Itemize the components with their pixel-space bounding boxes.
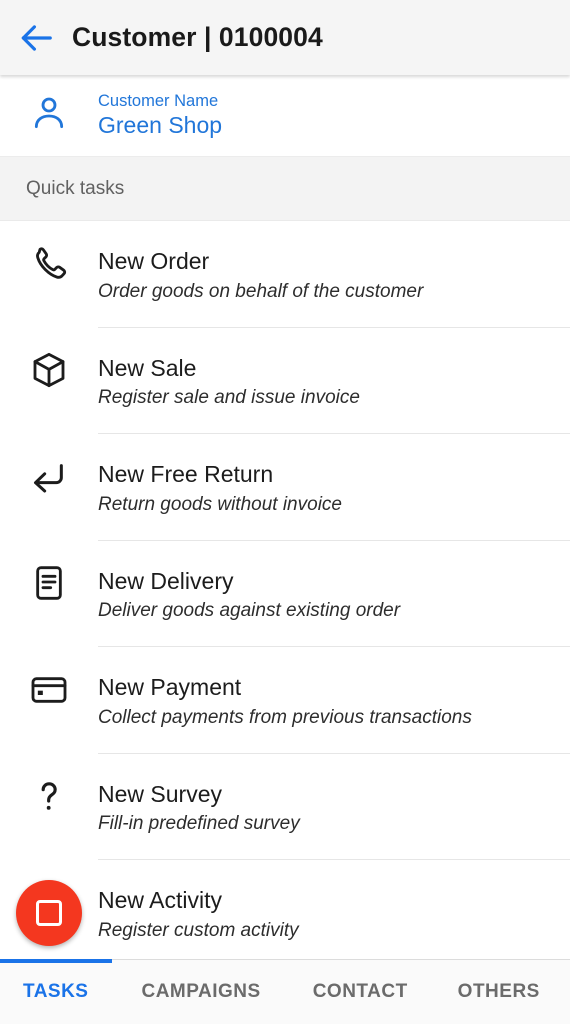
task-description: Return goods without invoice	[98, 493, 342, 515]
active-tab-indicator	[0, 959, 112, 963]
quick-tasks-list: New Order Order goods on behalf of the c…	[0, 221, 570, 967]
new-activity-fab-button[interactable]	[16, 880, 82, 947]
tab-campaigns[interactable]: CAMPAIGNS	[141, 981, 260, 1003]
customer-name-value: Green Shop	[98, 112, 223, 139]
back-button[interactable]	[0, 0, 72, 75]
tab-others[interactable]: OTHERS	[458, 981, 540, 1003]
task-description: Collect payments from previous transacti…	[98, 706, 472, 728]
task-text-cell: New Sale Register sale and issue invoice	[98, 328, 570, 435]
task-title: New Free Return	[98, 461, 274, 487]
task-title: New Activity	[98, 887, 222, 913]
record-stop-icon	[36, 900, 62, 927]
task-icon-cell	[0, 541, 98, 613]
list-item[interactable]: New Free Return Return goods without inv…	[0, 434, 570, 541]
task-title: New Sale	[98, 354, 197, 381]
list-item[interactable]: New Survey Fill-in predefined survey	[0, 754, 570, 861]
task-text-cell: New Activity Register custom activity	[98, 860, 570, 967]
task-description: Fill-in predefined survey	[98, 813, 300, 835]
task-description: Register custom activity	[98, 919, 299, 941]
customer-name-label: Customer Name	[98, 91, 219, 110]
section-label: Quick tasks	[26, 177, 125, 199]
avatar	[0, 93, 98, 138]
list-item[interactable]: New Sale Register sale and issue invoice	[0, 328, 570, 435]
task-description: Order goods on behalf of the customer	[98, 280, 424, 302]
page-title: Customer | 0100004	[72, 22, 323, 52]
task-title: New Delivery	[98, 567, 234, 594]
customer-summary[interactable]: Customer Name Green Shop	[0, 75, 570, 157]
task-icon-cell	[0, 221, 98, 293]
task-text-cell: New Free Return Return goods without inv…	[98, 434, 570, 541]
task-icon-cell	[0, 647, 98, 719]
task-text-cell: New Order Order goods on behalf of the c…	[98, 221, 570, 328]
task-icon-cell	[0, 434, 98, 506]
task-icon-cell	[0, 328, 98, 400]
list-item[interactable]: New Order Order goods on behalf of the c…	[0, 221, 570, 328]
task-title: New Payment	[98, 674, 242, 700]
credit-card-icon	[29, 670, 69, 715]
task-title: New Survey	[98, 780, 222, 807]
tab-tasks[interactable]: TASKS	[23, 981, 88, 1003]
arrow-left-icon	[17, 19, 55, 57]
task-icon-cell	[0, 860, 98, 967]
document-icon	[29, 563, 69, 608]
return-arrow-icon	[29, 457, 69, 502]
list-item[interactable]: New Activity Register custom activity	[0, 860, 570, 967]
list-item[interactable]: New Payment Collect payments from previo…	[0, 647, 570, 754]
question-mark-icon	[29, 776, 69, 821]
phone-icon	[29, 244, 69, 289]
app-bar: Customer | 0100004	[0, 0, 570, 75]
task-title: New Order	[98, 248, 210, 274]
task-text-cell: New Payment Collect payments from previo…	[98, 647, 570, 754]
task-text-cell: New Delivery Deliver goods against exist…	[98, 541, 570, 648]
quick-tasks-section-header: Quick tasks	[0, 157, 570, 221]
task-text-cell: New Survey Fill-in predefined survey	[98, 754, 570, 861]
task-icon-cell	[0, 754, 98, 826]
task-description: Register sale and issue invoice	[98, 387, 360, 409]
cube-icon	[29, 350, 69, 395]
task-description: Deliver goods against existing order	[98, 600, 401, 622]
list-item[interactable]: New Delivery Deliver goods against exist…	[0, 541, 570, 648]
tab-contact[interactable]: CONTACT	[313, 981, 408, 1003]
bottom-tab-bar: TASKS CAMPAIGNS CONTACT OTHERS	[0, 959, 570, 1024]
person-icon	[29, 93, 69, 138]
